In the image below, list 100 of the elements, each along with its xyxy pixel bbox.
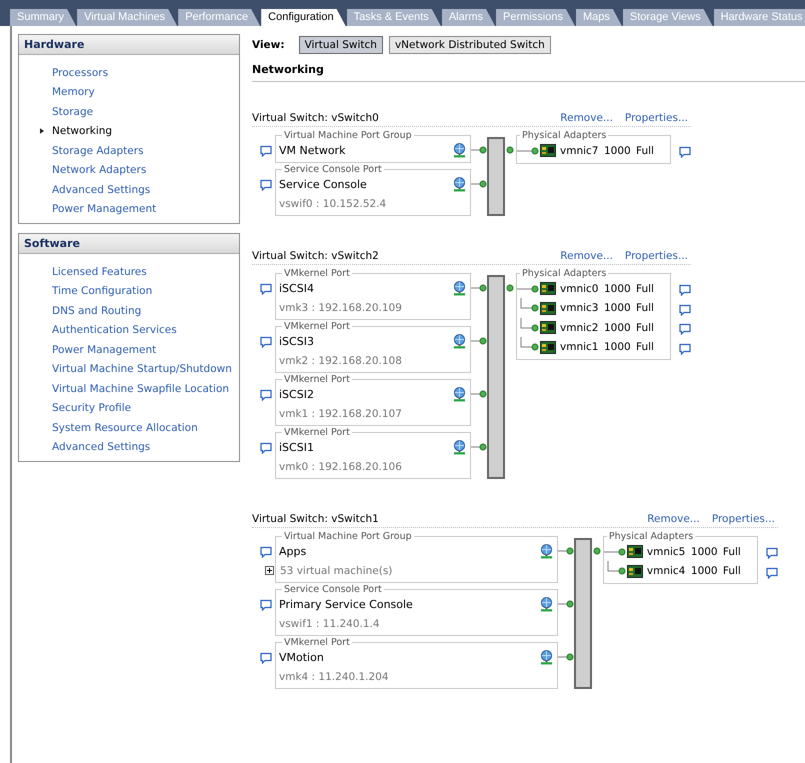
adapter-name: vmnic5 — [646, 546, 686, 558]
uplink-connector — [592, 547, 601, 555]
adapters-label: Physical Adapters — [521, 130, 608, 141]
adapter-duplex: Full — [636, 322, 655, 334]
port-type-label: VMkernel Port — [283, 268, 351, 279]
adapter-speed: 1000 — [690, 565, 719, 578]
sidebar-link[interactable]: Advanced Settings — [52, 441, 150, 454]
port-connector — [558, 547, 574, 555]
adapter-duplex: Full — [636, 341, 655, 354]
sidebar-link[interactable]: Storage — [52, 106, 94, 118]
adapter-name: vmnic7 — [560, 144, 600, 157]
network-globe-icon — [453, 387, 466, 402]
port-detail: vmk2 : 192.168.20.108 — [279, 354, 402, 366]
network-globe-icon — [453, 281, 466, 296]
action-link[interactable]: Properties... — [712, 513, 775, 525]
network-globe-icon — [540, 650, 553, 665]
comment-icon[interactable] — [260, 652, 272, 664]
port-connector — [558, 600, 574, 608]
sidebar-link[interactable]: Power Management — [52, 344, 156, 356]
network-globe-icon — [540, 597, 553, 612]
adapter-speed: 1000 — [604, 341, 632, 354]
switch-title: Virtual Switch: vSwitch2 — [252, 250, 379, 262]
port-detail: vmk4 : 11.240.1.204 — [279, 670, 389, 682]
action-link[interactable]: Properties... — [624, 250, 688, 262]
adapter-name: vmnic3 — [560, 302, 600, 314]
network-globe-icon — [453, 143, 466, 158]
section-header: Software — [19, 234, 239, 254]
sidebar-link[interactable]: Network Adapters — [52, 164, 146, 176]
port-connector — [471, 443, 487, 451]
comment-icon[interactable] — [679, 342, 691, 354]
comment-icon[interactable] — [260, 336, 272, 348]
port-detail: vswif0 : 10.152.52.4 — [279, 198, 386, 210]
expand-toggle-icon[interactable] — [265, 566, 274, 575]
adapter-name: vmnic4 — [646, 565, 686, 578]
adapter-duplex: Full — [636, 302, 655, 314]
sidebar-link[interactable]: Advanced Settings — [52, 184, 150, 196]
adapter-duplex: Full — [722, 546, 742, 558]
comment-icon[interactable] — [260, 283, 272, 295]
port-connector — [471, 180, 487, 188]
sidebar-link[interactable]: Security Profile — [52, 402, 132, 414]
action-link[interactable]: Properties... — [624, 112, 688, 124]
sidebar-link[interactable]: Authentication Services — [52, 324, 177, 336]
comment-icon[interactable] — [260, 179, 272, 191]
port-name: iSCSI1 — [279, 441, 315, 454]
view-toggle-button[interactable]: vNetwork Distributed Switch — [388, 36, 551, 54]
port-type-label: VMkernel Port — [283, 637, 351, 648]
action-link[interactable]: Remove... — [647, 513, 700, 525]
comment-icon[interactable] — [679, 284, 691, 296]
port-type-label: Service Console Port — [283, 584, 383, 595]
sidebar-link[interactable]: Licensed Features — [52, 266, 147, 278]
port-name: Primary Service Console — [279, 598, 414, 611]
action-link[interactable]: Remove... — [560, 112, 613, 124]
port-connector — [558, 653, 574, 661]
adapters-label: Physical Adapters — [521, 268, 608, 279]
network-card-icon — [626, 545, 643, 558]
sidebar-link[interactable]: Processors — [52, 66, 108, 79]
adapter-speed: 1000 — [604, 322, 632, 334]
sidebar-link[interactable]: DNS and Routing — [52, 304, 142, 317]
adapter-name: vmnic2 — [560, 322, 600, 334]
section-header: Hardware — [19, 35, 239, 55]
action-link[interactable]: Remove... — [560, 250, 613, 262]
comment-icon[interactable] — [679, 304, 691, 316]
view-label: View: — [252, 39, 285, 51]
adapter-speed: 1000 — [604, 144, 632, 157]
network-card-icon — [540, 321, 556, 334]
port-type-label: Virtual Machine Port Group — [283, 130, 413, 141]
comment-icon[interactable] — [260, 389, 272, 401]
sidebar-link[interactable]: Power Management — [52, 203, 156, 216]
sidebar-link[interactable]: Time Configuration — [52, 285, 152, 298]
comment-icon[interactable] — [766, 566, 778, 578]
comment-icon[interactable] — [260, 442, 272, 454]
switch-title: Virtual Switch: vSwitch1 — [252, 513, 379, 525]
comment-icon[interactable] — [260, 599, 272, 611]
adapter-duplex: Full — [636, 282, 655, 295]
sidebar-link[interactable]: Virtual Machine Startup/Shutdown — [52, 363, 232, 376]
port-type-label: Virtual Machine Port Group — [283, 531, 413, 542]
sidebar-link[interactable]: System Resource Allocation — [52, 422, 198, 434]
adapter-speed: 1000 — [604, 282, 632, 295]
uplink-connector — [506, 284, 514, 292]
port-type-label: VMkernel Port — [283, 374, 351, 385]
port-connector — [471, 337, 487, 345]
port-name: iSCSI3 — [279, 335, 315, 348]
sidebar-link[interactable]: Memory — [52, 86, 95, 98]
network-card-icon — [540, 144, 556, 158]
sidebar-link[interactable]: Virtual Machine Swapfile Location — [52, 382, 230, 395]
port-name: iSCSI4 — [279, 282, 315, 295]
port-name: VM Network — [279, 144, 346, 157]
view-toggle-button[interactable]: Virtual Switch — [298, 36, 383, 54]
adapter-duplex: Full — [636, 144, 655, 157]
tab[interactable]: Configuration — [261, 9, 346, 26]
comment-icon[interactable] — [260, 145, 272, 157]
sidebar-link[interactable]: Networking — [52, 125, 112, 138]
network-card-icon — [540, 282, 556, 296]
adapters-label: Physical Adapters — [608, 531, 694, 542]
comment-icon[interactable] — [766, 547, 778, 559]
sidebar-link[interactable]: Storage Adapters — [52, 144, 144, 157]
comment-icon[interactable] — [679, 323, 691, 335]
network-globe-icon — [453, 334, 466, 349]
comment-icon[interactable] — [260, 546, 272, 558]
comment-icon[interactable] — [679, 146, 691, 158]
